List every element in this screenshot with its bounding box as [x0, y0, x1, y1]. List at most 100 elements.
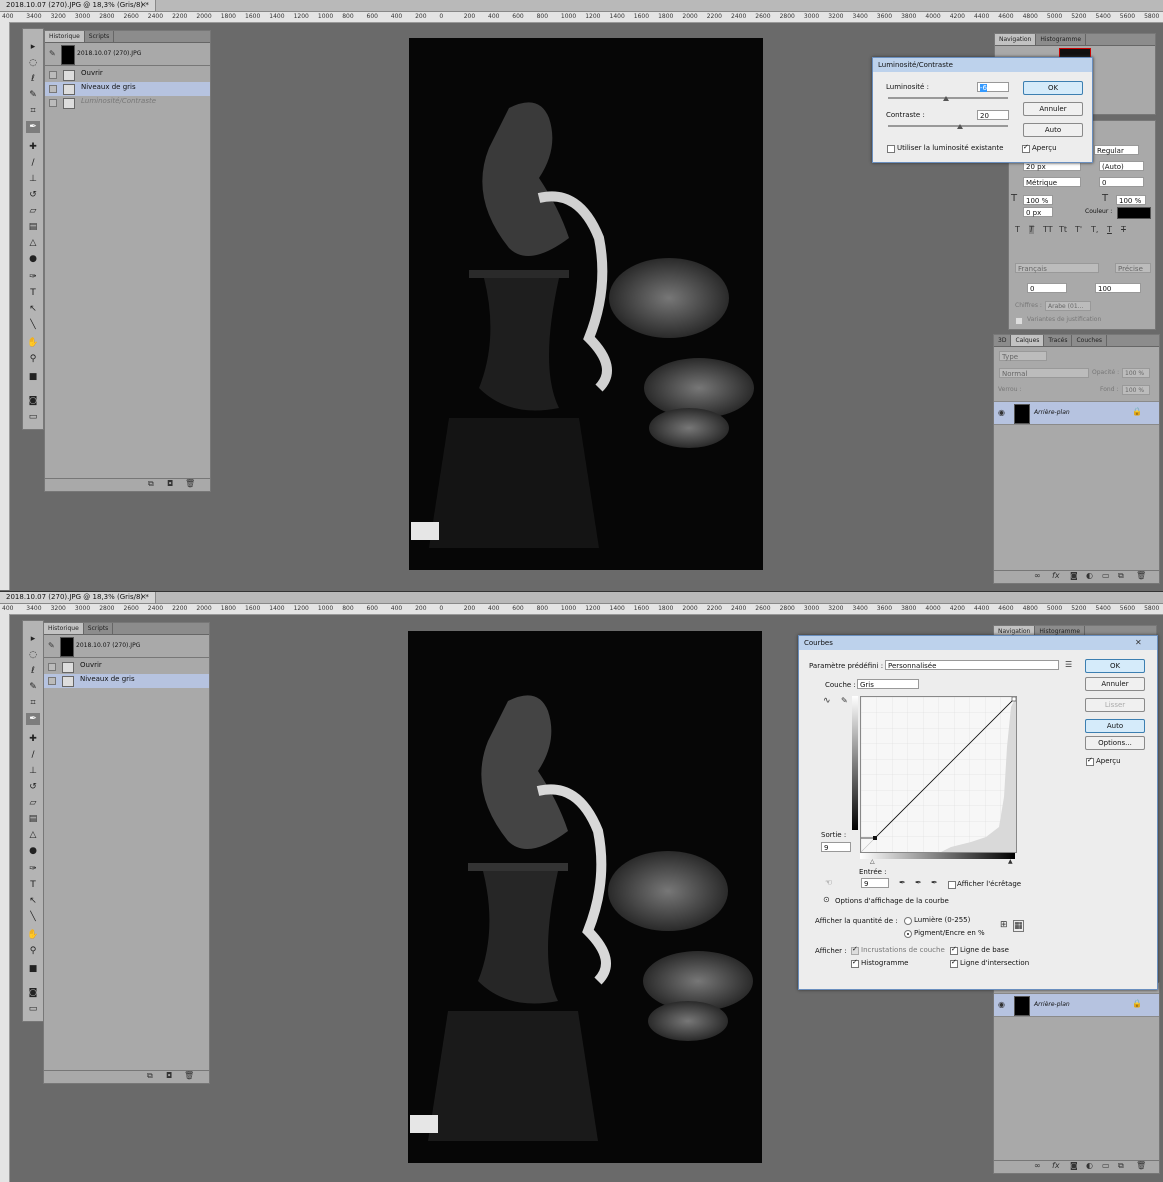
healing-tool-icon[interactable]: ✚ [26, 141, 40, 153]
contrast-slider-thumb[interactable] [957, 124, 963, 129]
new-layer-icon[interactable]: ⧉ [1118, 571, 1124, 581]
baseline-field[interactable]: 0 px [1023, 207, 1053, 217]
layer-filter-select[interactable]: Type [999, 351, 1047, 361]
opacity-field[interactable]: 100 % [1122, 368, 1150, 378]
cancel-button[interactable]: Annuler [1023, 102, 1083, 116]
cancel-button[interactable]: Annuler [1085, 677, 1145, 691]
pen-tool-icon[interactable]: ✑ [26, 271, 40, 283]
small-caps-icon[interactable]: Tt [1059, 225, 1067, 234]
preset-select[interactable]: Personnalisée [885, 660, 1059, 670]
gradient-tool-icon[interactable]: ▤ [26, 813, 40, 825]
overlays-checkbox[interactable] [851, 945, 859, 955]
pen-tool-icon[interactable]: ✑ [26, 863, 40, 875]
faux-italic-icon[interactable]: T [1029, 225, 1034, 234]
eraser-tool-icon[interactable]: ▱ [26, 205, 40, 217]
tab-3d[interactable]: 3D [994, 335, 1012, 346]
tab-histogramme[interactable]: Histogramme [1036, 34, 1087, 45]
black-point-slider-icon[interactable]: △ [870, 858, 875, 865]
white-eyedropper-icon[interactable]: ✒ [931, 878, 938, 887]
all-caps-icon[interactable]: TT [1043, 225, 1053, 234]
output-field[interactable]: 9 [821, 842, 851, 852]
detailed-grid-icon[interactable]: ▦ [1013, 920, 1024, 932]
strikethrough-icon[interactable]: T [1121, 225, 1126, 234]
type-tool-icon[interactable]: T [26, 287, 40, 299]
hand-tool-icon[interactable]: ✋ [26, 929, 40, 941]
underline-icon[interactable]: T [1107, 225, 1112, 234]
input-field[interactable]: 9 [861, 878, 889, 888]
tab-scripts[interactable]: Scripts [84, 623, 114, 634]
history-state-open[interactable]: Ouvrir [45, 68, 210, 82]
lasso-tool-icon[interactable]: ℓ [26, 665, 40, 677]
eraser-tool-icon[interactable]: ▱ [26, 797, 40, 809]
history-brush-tool-icon[interactable]: ↺ [26, 189, 40, 201]
layer-row[interactable]: ◉ Arrière-plan 🔒 [994, 401, 1159, 425]
preview-checkbox[interactable] [1086, 756, 1094, 766]
tab-navigation[interactable]: Navigation [995, 34, 1037, 45]
auto-button[interactable]: Auto [1085, 719, 1145, 733]
document-tab[interactable]: 2018.10.07 (270).JPG @ 18,3% (Gris/8) * [0, 592, 156, 603]
history-snapshot[interactable]: ✎ 2018.10.07 (270).JPG [45, 43, 210, 66]
line-tool-icon[interactable]: ╲ [26, 319, 40, 331]
tsume-field[interactable]: 0 [1027, 283, 1067, 293]
preset-menu-icon[interactable]: ☰ [1065, 660, 1072, 669]
font-style-select[interactable]: Regular [1094, 145, 1139, 155]
gray-eyedropper-icon[interactable]: ✒ [915, 878, 922, 887]
blur-tool-icon[interactable]: △ [26, 237, 40, 249]
white-point-slider-icon[interactable]: ▲ [1008, 858, 1013, 865]
pigment-radio[interactable] [904, 930, 912, 938]
crop-tool-icon[interactable]: ⌗ [26, 105, 40, 117]
delete-layer-icon[interactable]: 🗑 [1136, 571, 1146, 580]
brightness-slider-thumb[interactable] [943, 96, 949, 101]
target-adjust-icon[interactable]: ☜ [825, 878, 832, 887]
hand-tool-icon[interactable]: ✋ [26, 337, 40, 349]
curve-point-tool-icon[interactable]: ∿ [823, 696, 831, 706]
eyedropper-tool-icon[interactable]: ✒ [26, 713, 40, 725]
histogram-checkbox[interactable] [851, 958, 859, 968]
baseline-checkbox[interactable] [950, 945, 958, 955]
marquee-tool-icon[interactable]: ◌ [26, 57, 40, 69]
anti-alias-select[interactable]: Précise [1115, 263, 1151, 273]
color-swatches-icon[interactable]: ■ [26, 371, 40, 383]
zoom-tool-icon[interactable]: ⚲ [26, 945, 40, 957]
quick-select-tool-icon[interactable]: ✎ [26, 681, 40, 693]
zoom-tool-icon[interactable]: ⚲ [26, 353, 40, 365]
eye-icon[interactable]: ◉ [998, 408, 1005, 417]
contrast-field[interactable]: 20 [977, 110, 1009, 120]
move-tool-icon[interactable]: ▸ [26, 41, 40, 53]
delete-layer-icon[interactable]: 🗑 [1136, 1161, 1146, 1170]
layer-row[interactable]: ◉ Arrière-plan 🔒 [994, 993, 1159, 1017]
smooth-button[interactable]: Lisser [1085, 698, 1145, 712]
legacy-checkbox[interactable] [887, 145, 895, 153]
group-icon[interactable]: ▭ [1102, 571, 1110, 580]
new-document-icon[interactable]: ⧉ [148, 479, 154, 489]
stamp-tool-icon[interactable]: ⊥ [26, 765, 40, 777]
preview-checkbox[interactable] [1022, 143, 1030, 153]
channel-select[interactable]: Gris [857, 679, 919, 689]
screen-mode-icon[interactable]: ▭ [26, 1003, 40, 1015]
fill-field[interactable]: 100 % [1122, 385, 1150, 395]
text-color-swatch[interactable] [1117, 207, 1151, 219]
contrast-slider[interactable] [888, 125, 1008, 127]
tracking-field[interactable]: 0 [1099, 177, 1144, 187]
leading-field[interactable]: (Auto) [1099, 161, 1144, 171]
subscript-icon[interactable]: T, [1091, 225, 1098, 234]
new-document-icon[interactable]: ⧉ [147, 1071, 153, 1081]
digits-select[interactable]: Arabe (01... [1045, 301, 1091, 311]
trash-icon[interactable]: 🗑 [185, 479, 195, 488]
document-tab[interactable]: 2018.10.07 (270).JPG @ 18,3% (Gris/8) * [0, 0, 156, 11]
brightness-field[interactable]: -6 [977, 82, 1009, 92]
path-select-tool-icon[interactable]: ↖ [26, 895, 40, 907]
adjustment-icon[interactable]: ◐ [1086, 1161, 1093, 1170]
camera-icon[interactable]: ◘ [167, 479, 173, 488]
justification-checkbox[interactable] [1015, 317, 1023, 325]
clipping-checkbox[interactable] [948, 881, 956, 889]
blend-mode-select[interactable]: Normal [999, 368, 1089, 378]
group-icon[interactable]: ▭ [1102, 1161, 1110, 1170]
faux-bold-icon[interactable]: T [1015, 225, 1020, 234]
options-button[interactable]: Options... [1085, 736, 1145, 750]
aki-field[interactable]: 100 [1095, 283, 1141, 293]
camera-icon[interactable]: ◘ [166, 1071, 172, 1080]
mask-icon[interactable]: ◙ [1070, 1161, 1078, 1170]
tab-couches[interactable]: Couches [1072, 335, 1108, 346]
move-tool-icon[interactable]: ▸ [26, 633, 40, 645]
